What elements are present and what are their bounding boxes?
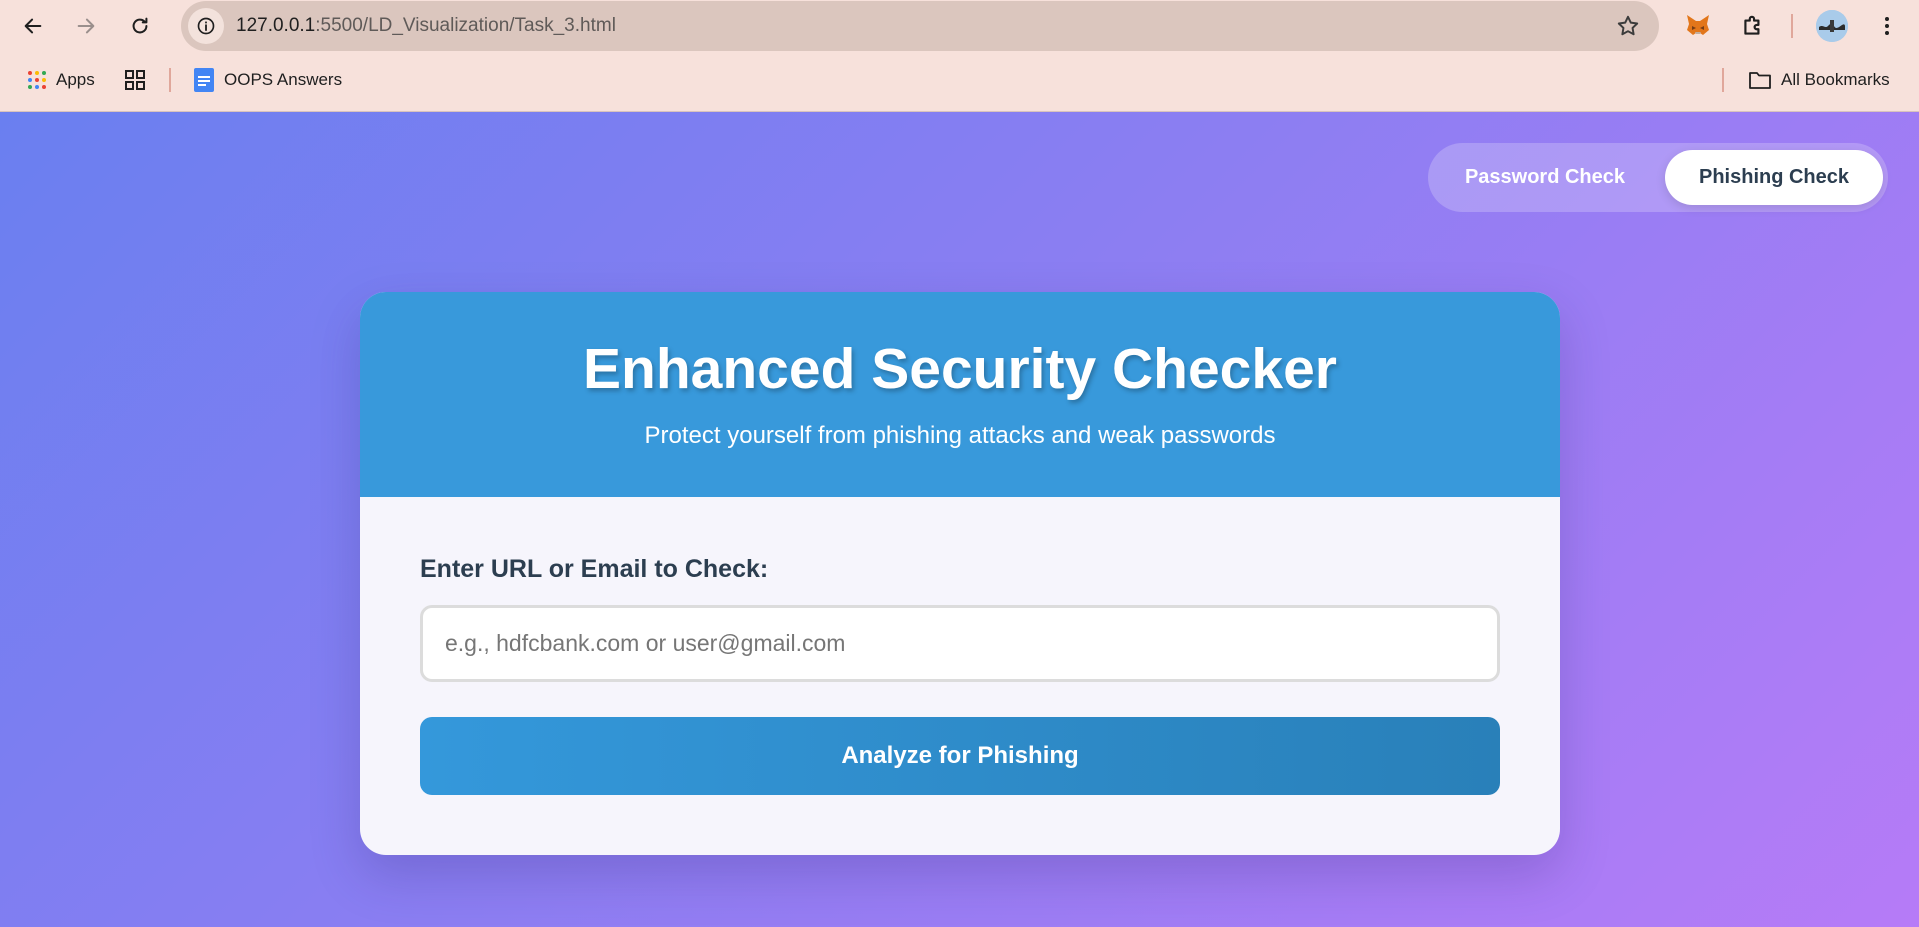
page-title: Enhanced Security Checker (583, 337, 1337, 401)
bookmark-apps-label: Apps (56, 70, 95, 89)
fox-icon (1687, 15, 1709, 35)
url-email-label: Enter URL or Email to Check: (420, 555, 769, 583)
info-icon (197, 17, 215, 35)
forward-button[interactable] (68, 8, 104, 44)
folder-icon (1748, 70, 1772, 90)
arrow-left-icon (24, 18, 42, 34)
extensions-button[interactable] (1736, 9, 1770, 43)
url-path: :5500/LD_Visualization/Task_3.html (315, 15, 616, 36)
bookmarks-bar: Apps OOPS Answers All Bookmarks (0, 60, 1919, 100)
url-host: 127.0.0.1 (236, 15, 316, 36)
bookmark-divider (169, 68, 171, 92)
password-check-tab[interactable]: Password Check (1446, 150, 1644, 205)
all-bookmarks-button[interactable]: All Bookmarks (1748, 66, 1890, 94)
reload-button[interactable] (122, 8, 158, 44)
browser-toolbar: 127.0.0.1:5500/LD_Visualization/Task_3.h… (0, 0, 1919, 52)
back-button[interactable] (15, 8, 51, 44)
phishing-check-tab[interactable]: Phishing Check (1665, 150, 1883, 205)
all-bookmarks-label: All Bookmarks (1781, 70, 1890, 89)
address-bar[interactable]: 127.0.0.1:5500/LD_Visualization/Task_3.h… (181, 1, 1659, 51)
card-header: Enhanced Security Checker Protect yourse… (360, 292, 1560, 497)
url-text[interactable]: 127.0.0.1:5500/LD_Visualization/Task_3.h… (236, 15, 616, 37)
security-checker-card: Enhanced Security Checker Protect yourse… (360, 292, 1560, 855)
page-subtitle: Protect yourself from phishing attacks a… (644, 422, 1276, 449)
puzzle-icon (1744, 15, 1760, 35)
metamask-extension-button[interactable] (1681, 9, 1715, 43)
bookmark-oops-label: OOPS Answers (224, 70, 343, 89)
arrow-right-icon (77, 18, 95, 34)
apps-grid-icon (27, 70, 47, 90)
bookmark-apps[interactable]: Apps (27, 66, 95, 94)
url-email-input[interactable] (420, 605, 1500, 682)
reload-icon (132, 17, 148, 34)
browser-chrome: 127.0.0.1:5500/LD_Visualization/Task_3.h… (0, 0, 1919, 112)
page-background: Password Check Phishing Check Enhanced S… (0, 112, 1919, 927)
star-icon[interactable] (1615, 13, 1641, 39)
profile-picture-icon (1816, 10, 1848, 42)
google-docs-icon (193, 68, 215, 92)
toolbar-divider (1791, 14, 1793, 38)
tab-groups-button[interactable] (124, 66, 155, 94)
more-vertical-icon (1885, 17, 1889, 35)
mode-switcher: Password Check Phishing Check (1428, 143, 1888, 212)
bookmark-divider-right (1722, 68, 1724, 92)
bookmark-oops-answers[interactable]: OOPS Answers (193, 66, 342, 94)
analyze-phishing-button[interactable]: Analyze for Phishing (420, 717, 1500, 795)
grid-icon (124, 69, 146, 91)
browser-menu-button[interactable] (1870, 9, 1904, 43)
site-info-button[interactable] (188, 8, 224, 44)
profile-avatar[interactable] (1816, 10, 1848, 42)
